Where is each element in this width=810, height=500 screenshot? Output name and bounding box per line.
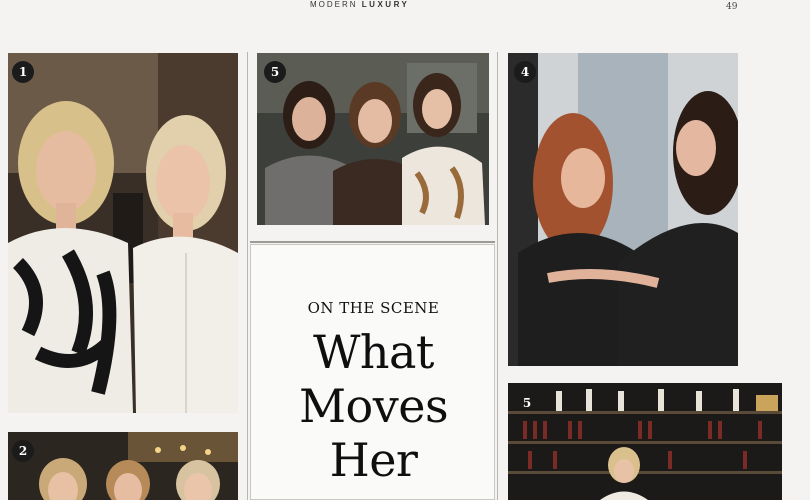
- title-box-top-rule: [250, 241, 495, 243]
- headline-line-2: Moves: [298, 379, 449, 433]
- page-number: 49: [726, 2, 738, 12]
- photo-2-number-badge: 2: [12, 440, 34, 462]
- photo-2: [8, 432, 238, 500]
- photo-1: [8, 53, 238, 413]
- masthead-prefix: MODERN: [310, 0, 358, 9]
- photo-wine-wall-number-badge: 5: [522, 396, 532, 410]
- feature-title-box: ON THE SCENE What Moves Her: [250, 244, 495, 500]
- headline-line-1: What: [313, 325, 434, 379]
- photo-wine-wall: [508, 383, 782, 500]
- feature-headline: What Moves Her: [251, 325, 496, 487]
- photo-2-illustration: [8, 432, 238, 500]
- photo-group-three-illustration: [257, 53, 489, 225]
- section-kicker: ON THE SCENE: [307, 299, 440, 317]
- column-divider-left: [247, 52, 248, 500]
- photo-group-three-number-badge: 5: [264, 61, 286, 83]
- masthead: MODERN LUXURY: [310, 0, 440, 12]
- photo-wine-wall-illustration: [508, 383, 782, 500]
- photo-group-three: [257, 53, 489, 225]
- photo-4: [508, 53, 738, 366]
- photo-4-number-badge: 4: [514, 61, 536, 83]
- photo-1-illustration: [8, 53, 238, 413]
- headline-line-3: Her: [329, 433, 418, 487]
- masthead-suffix: LUXURY: [361, 0, 410, 9]
- photo-1-number-badge: 1: [12, 61, 34, 83]
- photo-4-illustration: [508, 53, 738, 366]
- column-divider-right: [497, 52, 498, 500]
